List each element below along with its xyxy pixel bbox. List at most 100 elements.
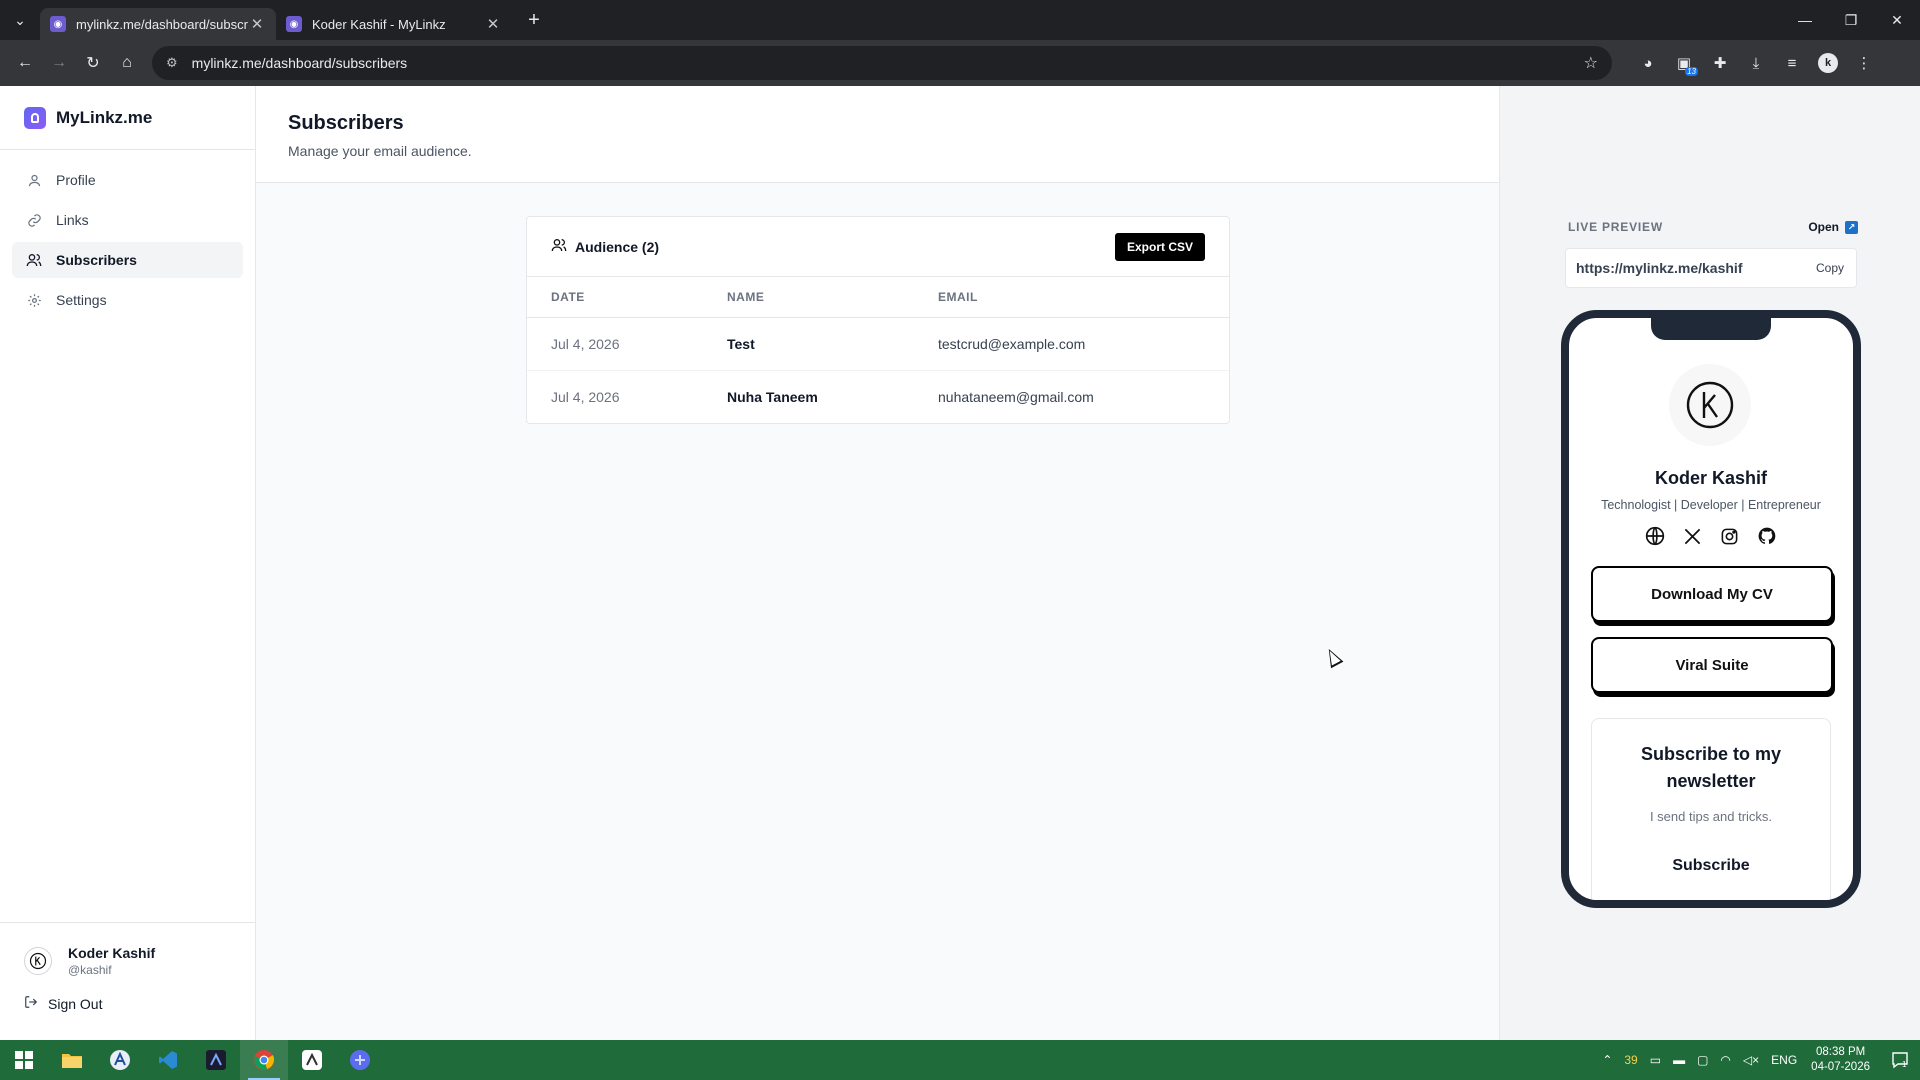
sidebar-item-links[interactable]: Links <box>12 202 243 238</box>
audience-title: Audience (2) <box>551 237 659 256</box>
volume-icon[interactable]: ◁× <box>1743 1053 1759 1067</box>
phone-notch <box>1651 318 1771 340</box>
tab-close-icon[interactable]: ✕ <box>484 15 502 33</box>
subscriber-name: Nuha Taneem <box>727 388 818 405</box>
meet-now-icon[interactable]: ▭ <box>1650 1053 1661 1067</box>
media-control-icon[interactable]: ≡ <box>1776 47 1808 79</box>
messaging-app-icon[interactable] <box>336 1040 384 1080</box>
language-indicator[interactable]: ENG <box>1771 1053 1797 1067</box>
newsletter-description: I send tips and tricks. <box>1649 809 1773 824</box>
table-header-row: DATE NAME EMAIL <box>527 277 1229 318</box>
phone-screen: Koder Kashif Technologist | Developer | … <box>1569 318 1853 900</box>
page-title: Subscribers <box>288 112 404 134</box>
mylinkz-favicon-icon: ◉ <box>286 16 302 32</box>
live-preview-header: LIVE PREVIEW Open ↗ <box>1568 220 1858 234</box>
user-icon <box>26 172 42 188</box>
subscriber-date: Jul 4, 2026 <box>551 388 620 405</box>
profile-avatar-icon[interactable]: k <box>1812 47 1844 79</box>
globe-icon[interactable] <box>1643 524 1667 548</box>
sidebar-item-label: Links <box>56 212 89 228</box>
column-header-email[interactable]: EMAIL <box>914 277 1229 318</box>
link-button-viral-suite[interactable]: Viral Suite <box>1591 637 1833 693</box>
users-icon <box>551 237 567 256</box>
audience-title-text: Audience (2) <box>575 238 660 255</box>
home-icon[interactable]: ⌂ <box>110 46 144 80</box>
chrome-icon[interactable] <box>240 1040 288 1080</box>
sidebar-footer: Koder Kashif @kashif Sign Out <box>0 922 255 1040</box>
sidebar-item-label: Settings <box>56 292 107 308</box>
tab-search-button[interactable]: ⌄ <box>0 0 40 40</box>
column-header-name[interactable]: NAME <box>703 277 914 318</box>
address-url[interactable]: mylinkz.me/dashboard/subscribers <box>192 55 1584 71</box>
code-editor-icon[interactable] <box>192 1040 240 1080</box>
battery-icon[interactable]: ▬ <box>1673 1053 1685 1067</box>
file-explorer-icon[interactable] <box>48 1040 96 1080</box>
profile-bio: Technologist | Developer | Entrepreneur <box>1601 498 1821 512</box>
notification-count: 1 <box>1902 1060 1907 1069</box>
table-row[interactable]: Jul 4, 2026 Test testcrud@example.com <box>527 317 1229 371</box>
app-a-icon[interactable] <box>96 1040 144 1080</box>
vscode-icon[interactable] <box>144 1040 192 1080</box>
back-icon[interactable]: ← <box>8 46 42 80</box>
newsletter-card: Subscribe to my newsletter I send tips a… <box>1591 718 1831 900</box>
minimize-icon[interactable]: — <box>1782 0 1828 40</box>
sidebar-item-settings[interactable]: Settings <box>12 282 243 318</box>
users-icon <box>26 252 42 268</box>
download-icon[interactable]: ⤓ <box>1740 47 1772 79</box>
sidebar-item-profile[interactable]: Profile <box>12 162 243 198</box>
weather-temperature[interactable]: 39 <box>1624 1053 1637 1067</box>
extension-icon[interactable]: ◕ <box>1632 47 1664 79</box>
page-subtitle: Manage your email audience. <box>288 143 472 159</box>
profile-avatar <box>1669 364 1751 446</box>
audience-card-header: Audience (2) Export CSV <box>527 217 1229 277</box>
open-preview-link[interactable]: Open ↗ <box>1808 220 1858 234</box>
extensions-area: ◕ ▣ 13 ✚ ⤓ ≡ k ⋮ <box>1632 47 1880 79</box>
subscriber-date: Jul 4, 2026 <box>527 317 703 371</box>
sign-out-button[interactable]: Sign Out <box>0 977 255 1012</box>
newsletter-subscribe-button[interactable]: Subscribe <box>1612 844 1810 888</box>
address-bar[interactable]: ⚙ mylinkz.me/dashboard/subscribers ☆ <box>152 46 1612 80</box>
usb-device-icon[interactable]: ▢ <box>1697 1053 1708 1067</box>
link-button-download-cv[interactable]: Download My CV <box>1591 566 1833 622</box>
extension-badge: 13 <box>1685 67 1698 76</box>
instagram-icon[interactable] <box>1718 524 1742 548</box>
github-icon[interactable] <box>1755 524 1779 548</box>
brand[interactable]: MyLinkz.me <box>0 86 255 150</box>
column-header-date[interactable]: DATE <box>527 277 703 318</box>
export-csv-button[interactable]: Export CSV <box>1114 232 1205 261</box>
x-icon[interactable] <box>1680 524 1704 548</box>
menu-kebab-icon[interactable]: ⋮ <box>1848 47 1880 79</box>
copy-url-button[interactable]: Copy <box>1816 261 1844 275</box>
brand-logo-icon <box>24 106 46 129</box>
puzzle-icon[interactable]: ✚ <box>1704 47 1736 79</box>
tab-close-icon[interactable]: ✕ <box>248 15 266 33</box>
app-launcher-icon[interactable] <box>288 1040 336 1080</box>
clock-time: 08:38 PM <box>1815 1046 1866 1058</box>
close-window-icon[interactable]: ✕ <box>1874 0 1920 40</box>
chevron-up-icon[interactable]: ⌃ <box>1602 1053 1612 1067</box>
gear-icon <box>26 292 42 308</box>
brand-name: MyLinkz.me <box>56 107 153 127</box>
avatar <box>24 947 52 975</box>
tab-title: mylinkz.me/dashboard/subscrib <box>76 16 248 32</box>
restore-icon[interactable]: ❐ <box>1828 0 1874 40</box>
subscribers-table: DATE NAME EMAIL Jul 4, 2026 Test testcru… <box>527 277 1229 423</box>
reload-icon[interactable]: ↻ <box>76 46 110 80</box>
new-tab-button[interactable]: + <box>520 6 548 34</box>
wifi-icon[interactable]: ◠ <box>1720 1053 1730 1067</box>
profile-name: Koder Kashif <box>1654 468 1768 488</box>
notification-center-icon[interactable]: 1 <box>1880 1040 1920 1080</box>
extension-icon[interactable]: ▣ 13 <box>1668 47 1700 79</box>
forward-icon[interactable]: → <box>42 46 76 80</box>
sidebar-item-subscribers[interactable]: Subscribers <box>12 242 243 278</box>
table-row[interactable]: Jul 4, 2026 Nuha Taneem nuhataneem@gmail… <box>527 370 1229 423</box>
public-url[interactable]: https://mylinkz.me/kashif <box>1576 260 1742 276</box>
browser-tab-dashboard[interactable]: ◉ mylinkz.me/dashboard/subscrib ✕ <box>40 8 276 40</box>
site-info-icon[interactable]: ⚙ <box>166 55 178 71</box>
windows-start-icon[interactable] <box>0 1040 48 1080</box>
phone-mockup: Koder Kashif Technologist | Developer | … <box>1561 310 1861 908</box>
browser-tab-bar: ⌄ ◉ mylinkz.me/dashboard/subscrib ✕ ◉ Ko… <box>0 0 1920 40</box>
system-clock[interactable]: 08:38 PM 04-07-2026 <box>1811 1045 1870 1075</box>
bookmark-star-icon[interactable]: ☆ <box>1584 53 1598 73</box>
browser-tab-profile[interactable]: ◉ Koder Kashif - MyLinkz ✕ <box>276 8 512 40</box>
